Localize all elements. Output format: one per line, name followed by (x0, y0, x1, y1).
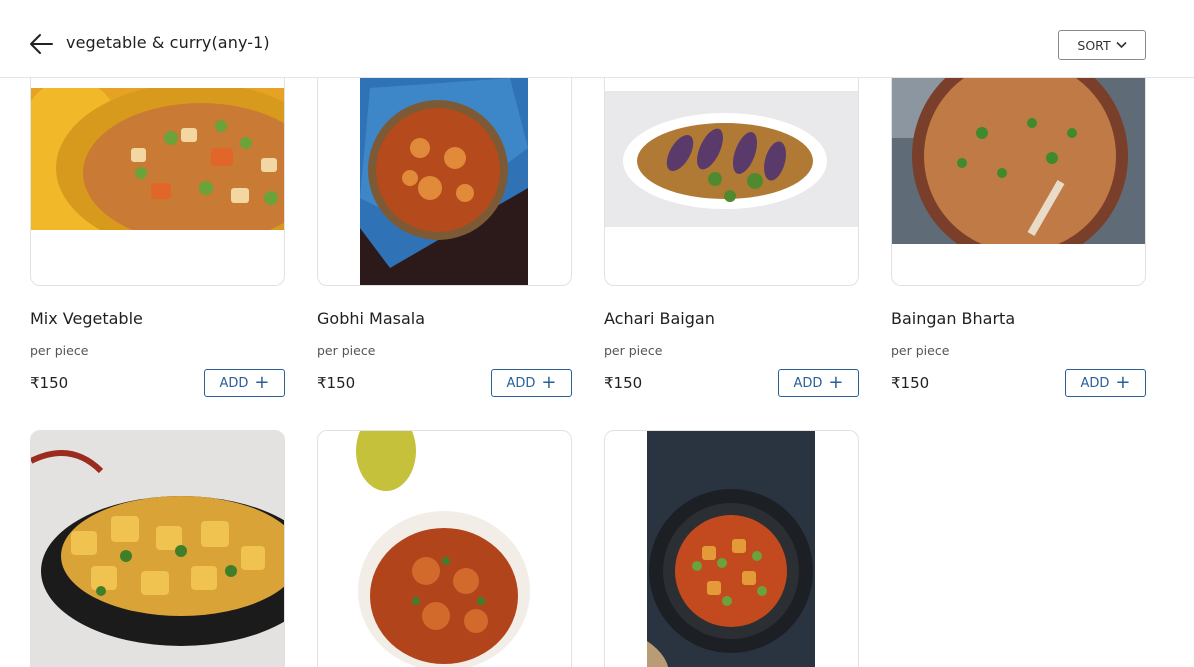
add-button[interactable]: ADD + (778, 369, 859, 397)
product-image (31, 88, 284, 230)
add-label: ADD (219, 375, 249, 391)
chevron-down-icon (1116, 41, 1127, 49)
product-price: ₹150 (891, 374, 930, 392)
product-image-frame[interactable] (604, 430, 859, 667)
product-image-frame[interactable] (604, 60, 859, 286)
plus-icon: + (254, 372, 270, 393)
back-button[interactable] (28, 32, 56, 56)
product-price: ₹150 (30, 374, 69, 392)
product-image (892, 78, 1145, 244)
product-grid: Mix Vegetable per piece ₹150 ADD + Gobhi… (0, 0, 1194, 667)
page-title: vegetable & curry(any-1) (66, 33, 270, 52)
plus-icon: + (1115, 372, 1131, 393)
page-header: vegetable & curry(any-1) SORT (0, 0, 1194, 78)
product-unit: per piece (30, 343, 89, 358)
product-unit: per piece (891, 343, 950, 358)
product-image-frame[interactable] (30, 430, 285, 667)
product-image (647, 431, 815, 667)
product-image (605, 91, 858, 227)
product-image-frame[interactable] (891, 60, 1146, 286)
plus-icon: + (828, 372, 844, 393)
product-image-frame[interactable] (317, 60, 572, 286)
product-image-frame[interactable] (30, 60, 285, 286)
product-image (360, 78, 528, 285)
sort-button[interactable]: SORT (1058, 30, 1146, 60)
product-name: Mix Vegetable (30, 309, 143, 328)
add-label: ADD (1080, 375, 1110, 391)
plus-icon: + (541, 372, 557, 393)
product-unit: per piece (604, 343, 663, 358)
add-button[interactable]: ADD + (1065, 369, 1146, 397)
product-price: ₹150 (317, 374, 356, 392)
product-price: ₹150 (604, 374, 643, 392)
arrow-left-icon (30, 34, 53, 54)
product-image (356, 431, 532, 667)
product-unit: per piece (317, 343, 376, 358)
add-label: ADD (506, 375, 536, 391)
product-image-frame[interactable] (317, 430, 572, 667)
add-button[interactable]: ADD + (204, 369, 285, 397)
add-button[interactable]: ADD + (491, 369, 572, 397)
add-label: ADD (793, 375, 823, 391)
product-name: Achari Baigan (604, 309, 715, 328)
sort-label: SORT (1077, 37, 1111, 53)
product-image (31, 431, 284, 667)
product-name: Gobhi Masala (317, 309, 426, 328)
product-name: Baingan Bharta (891, 309, 1016, 328)
